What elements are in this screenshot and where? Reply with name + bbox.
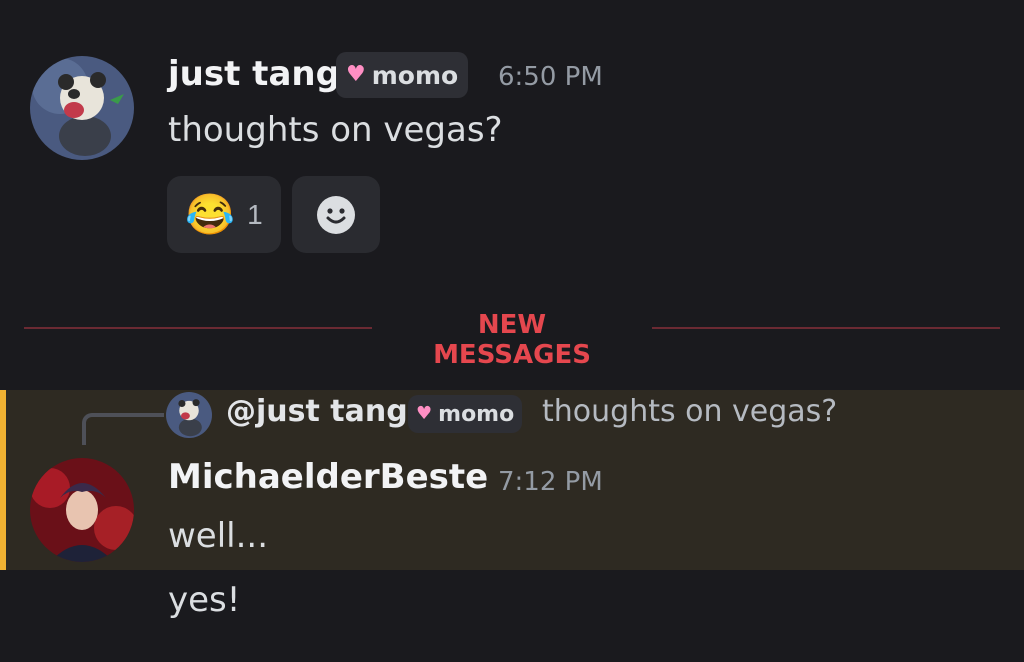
panda-avatar-icon	[30, 56, 134, 160]
heart-icon: ♥	[346, 62, 366, 87]
timestamp: 6:50 PM	[498, 62, 603, 92]
panda-avatar-icon	[166, 392, 212, 438]
divider-line-left	[24, 327, 372, 329]
add-reaction-button[interactable]	[292, 176, 380, 253]
timestamp: 7:12 PM	[498, 467, 603, 497]
anime-character-avatar-icon	[30, 458, 134, 562]
reply-mention[interactable]: @just tang	[226, 394, 408, 429]
new-messages-divider: NEW MESSAGES	[24, 310, 1000, 370]
reaction-count: 1	[247, 198, 263, 230]
reaction-laughing[interactable]: 😂 1	[167, 176, 281, 253]
reply-connector-line	[82, 413, 164, 445]
reply-preview-text[interactable]: thoughts on vegas?	[542, 394, 837, 429]
mention-highlight-bar	[0, 390, 6, 570]
smiley-add-reaction-icon	[317, 195, 355, 234]
guild-tag-label: momo	[371, 60, 459, 90]
message-text: well...	[168, 516, 269, 556]
message-just-tang: just tang ♥ momo 6:50 PM thoughts on veg…	[0, 0, 1024, 280]
heart-icon: ♥	[416, 403, 433, 424]
avatar[interactable]	[30, 458, 134, 562]
guild-tag[interactable]: ♥ momo	[336, 52, 469, 98]
username[interactable]: MichaelderBeste	[168, 457, 488, 497]
divider-line-right	[652, 327, 1000, 329]
laughing-emoji-icon: 😂	[185, 192, 236, 237]
followup-message-text: yes!	[168, 580, 241, 620]
reply-guild-tag-label: momo	[438, 401, 515, 427]
new-messages-label: NEW MESSAGES	[433, 310, 591, 370]
username[interactable]: just tang	[168, 54, 340, 94]
reply-avatar[interactable]	[166, 392, 212, 438]
reply-guild-tag[interactable]: ♥ momo	[408, 395, 523, 433]
message-text: thoughts on vegas?	[168, 110, 503, 150]
avatar[interactable]	[30, 56, 134, 160]
